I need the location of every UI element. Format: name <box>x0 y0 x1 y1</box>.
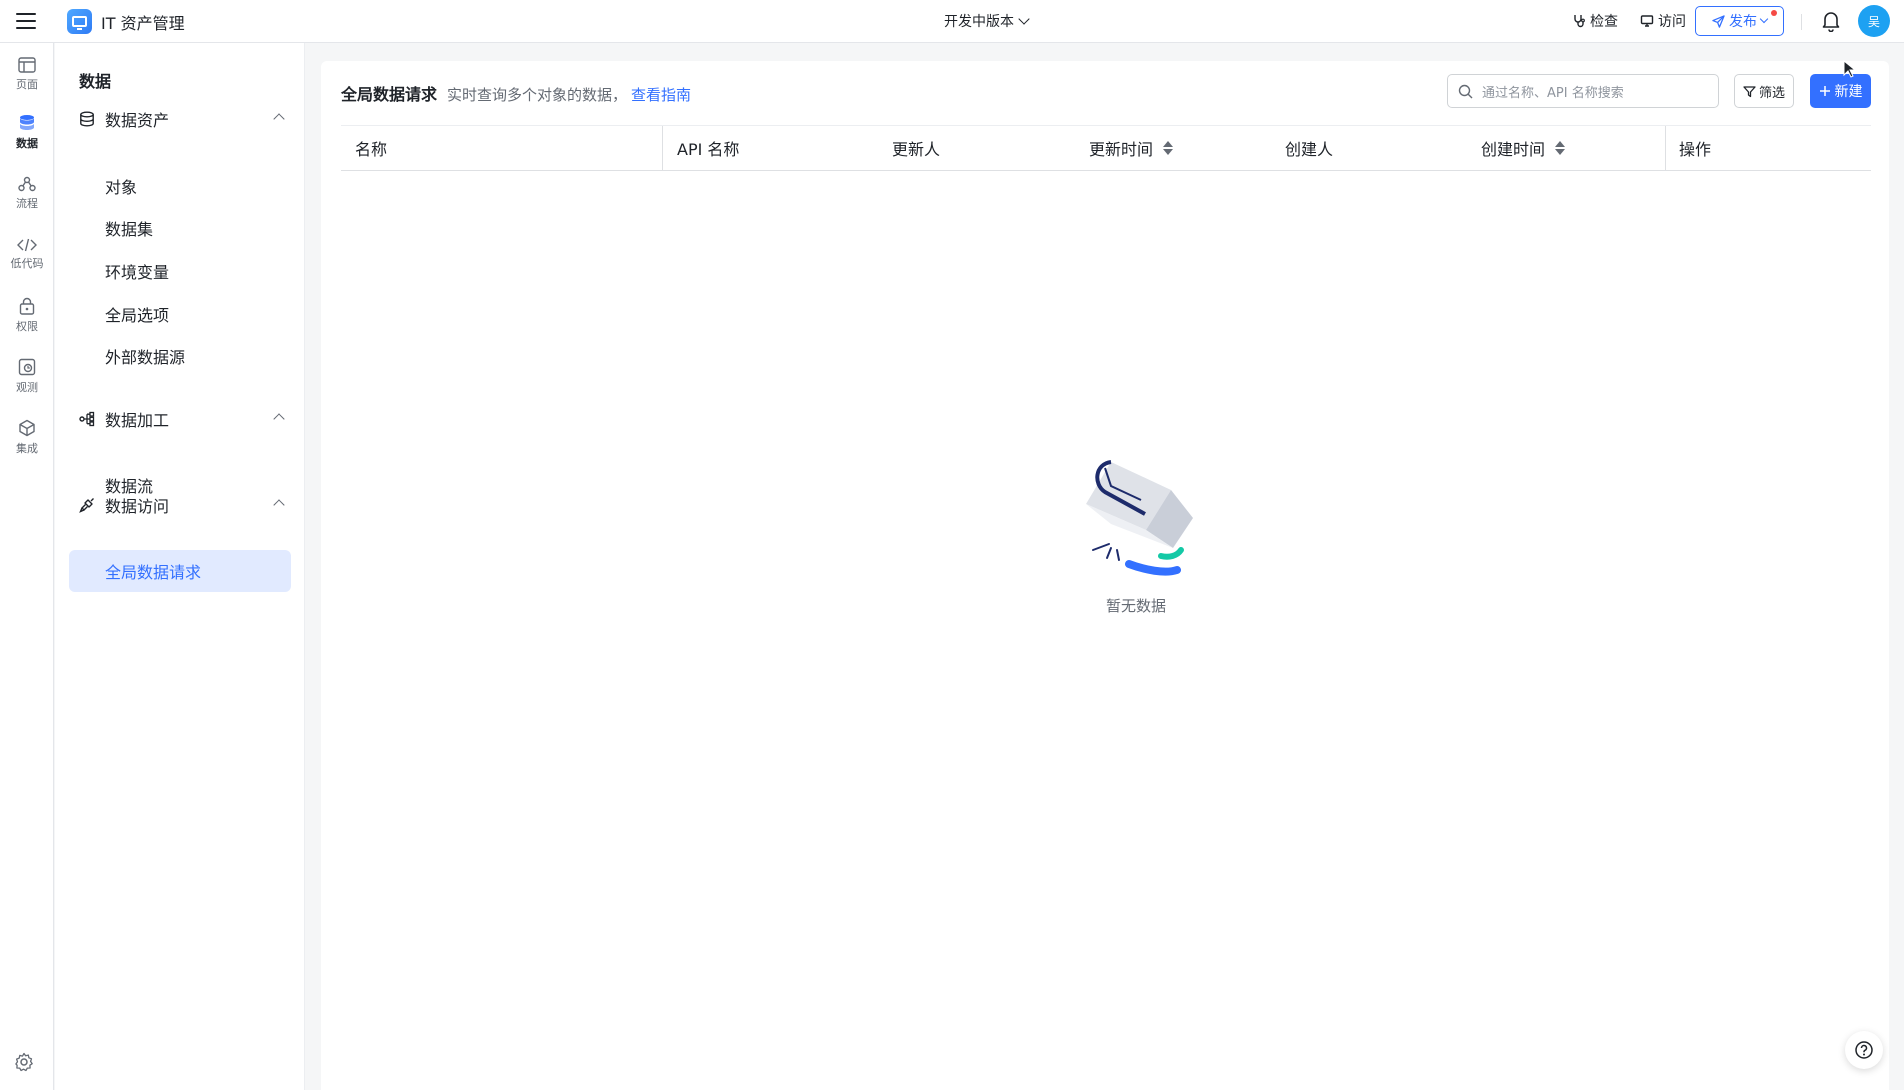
help-button[interactable] <box>1845 1031 1883 1069</box>
sidebar-item-global-data-request[interactable]: 全局数据请求 <box>69 550 291 592</box>
notification-dot <box>1771 10 1777 16</box>
sidebar-item-global-options[interactable]: 全局选项 <box>69 293 291 335</box>
code-icon <box>17 238 37 251</box>
bell-icon[interactable] <box>1821 10 1841 36</box>
column-header-updater: 更新人 <box>892 140 941 159</box>
flow-icon <box>18 176 36 191</box>
visit-button[interactable]: 访问 <box>1640 11 1686 31</box>
column-header-creator: 创建人 <box>1285 140 1334 159</box>
sidebar-title: 数据 <box>79 72 112 91</box>
app-title: IT 资产管理 <box>101 14 185 33</box>
rail-item-page[interactable]: 页面 <box>0 47 54 101</box>
rail-item-lowcode[interactable]: 低代码 <box>0 227 54 281</box>
chevron-down-icon <box>1759 14 1769 24</box>
settings-gear-icon[interactable] <box>14 1052 34 1076</box>
search-placeholder: 通过名称、API 名称搜索 <box>1482 85 1624 101</box>
sidebar-group-label: 数据访问 <box>105 497 170 516</box>
sidebar-item-env-vars[interactable]: 环境变量 <box>69 250 291 292</box>
search-input[interactable]: 通过名称、API 名称搜索 <box>1447 74 1719 108</box>
data-flow-icon <box>79 411 99 427</box>
page-description: 实时查询多个对象的数据， <box>447 86 628 104</box>
rail-label: 权限 <box>16 319 38 333</box>
app-logo-icon <box>67 9 92 34</box>
publish-button[interactable]: 发布 <box>1695 6 1784 36</box>
page-title: 全局数据请求 <box>341 85 438 104</box>
column-header-update-time[interactable]: 更新时间 <box>1089 126 1174 170</box>
column-header-name: 名称 <box>355 140 388 159</box>
filter-icon <box>1743 85 1756 97</box>
chevron-up-icon <box>273 499 285 511</box>
sidebar-group-label: 数据资产 <box>105 111 170 130</box>
filter-label: 筛选 <box>1758 85 1785 101</box>
rail-item-flow[interactable]: 流程 <box>0 166 54 220</box>
rail-item-integration[interactable]: 集成 <box>0 410 54 464</box>
filter-button[interactable]: 筛选 <box>1734 74 1794 108</box>
database-icon <box>20 114 34 130</box>
rail-label: 观测 <box>16 380 38 394</box>
visit-label: 访问 <box>1658 14 1686 30</box>
sort-icon[interactable] <box>1555 141 1566 155</box>
empty-box-illustration <box>1086 460 1193 576</box>
column-header-actions: 操作 <box>1665 126 1711 170</box>
sidebar-item-external-sources[interactable]: 外部数据源 <box>69 335 291 377</box>
sidebar-item-datasets[interactable]: 数据集 <box>69 207 291 249</box>
version-label: 开发中版本 <box>944 14 1014 30</box>
column-header-api-name: API 名称 <box>662 126 739 170</box>
send-icon <box>1712 14 1725 28</box>
rail-item-permission[interactable]: 权限 <box>0 288 54 342</box>
plug-link-icon <box>79 497 99 513</box>
search-icon <box>1458 84 1473 99</box>
empty-state: 暂无数据 <box>1061 456 1211 616</box>
chevron-up-icon <box>273 413 285 425</box>
stethoscope-icon <box>1574 15 1585 28</box>
left-rail: 页面 数据 流程 低代码 权限 观测 集成 <box>0 43 54 1090</box>
hamburger-menu-icon[interactable] <box>14 11 38 31</box>
page-icon <box>18 56 36 73</box>
avatar[interactable]: 吴 <box>1858 5 1890 37</box>
rail-label: 流程 <box>16 196 38 210</box>
rail-label: 数据 <box>16 136 38 150</box>
sort-icon[interactable] <box>1163 141 1174 155</box>
monitor-icon <box>18 358 36 375</box>
top-bar: IT 资产管理 开发中版本 检查 访问 发布 吴 <box>0 0 1904 43</box>
header-divider <box>1801 14 1802 30</box>
sidebar-group-data-processing[interactable]: 数据加工 <box>79 404 295 434</box>
check-label: 检查 <box>1590 14 1618 30</box>
page-heading: 全局数据请求 实时查询多个对象的数据， 查看指南 <box>341 81 691 105</box>
main-panel: 全局数据请求 实时查询多个对象的数据， 查看指南 通过名称、API 名称搜索 筛… <box>321 61 1889 1090</box>
rail-item-observe[interactable]: 观测 <box>0 349 54 403</box>
sidebar-group-label: 数据加工 <box>105 411 170 430</box>
column-header-create-time[interactable]: 创建时间 <box>1481 126 1566 170</box>
version-selector[interactable]: 开发中版本 <box>944 11 1030 31</box>
database-outline-icon <box>79 111 99 127</box>
help-icon <box>1855 1041 1873 1059</box>
rail-item-data[interactable]: 数据 <box>0 105 54 159</box>
rail-label: 集成 <box>16 441 38 455</box>
chevron-down-icon <box>1018 13 1030 25</box>
empty-text: 暂无数据 <box>1105 597 1166 615</box>
rail-label: 页面 <box>16 77 38 91</box>
chevron-up-icon <box>273 113 285 125</box>
plus-icon <box>1819 86 1830 96</box>
new-button[interactable]: 新建 <box>1810 74 1871 108</box>
cube-icon <box>19 419 35 436</box>
rail-label: 低代码 <box>10 256 44 270</box>
sidebar-item-objects[interactable]: 对象 <box>69 165 291 207</box>
guide-link[interactable]: 查看指南 <box>631 84 691 105</box>
monitor-visit-icon <box>1640 15 1654 27</box>
lock-icon <box>19 297 35 315</box>
new-label: 新建 <box>1834 84 1863 100</box>
publish-label: 发布 <box>1729 14 1757 30</box>
table-header: 名称 API 名称 更新人 更新时间 创建人 创建时间 操作 <box>341 125 1871 171</box>
data-sidebar: 数据 数据资产 对象 数据集 环境变量 全局选项 外部数据源 数据加工 数据流 … <box>55 43 305 1090</box>
check-button[interactable]: 检查 <box>1572 11 1618 31</box>
sidebar-group-data-assets[interactable]: 数据资产 <box>79 104 295 134</box>
mouse-cursor-icon <box>1843 59 1857 82</box>
sidebar-group-data-access[interactable]: 数据访问 <box>79 490 295 520</box>
